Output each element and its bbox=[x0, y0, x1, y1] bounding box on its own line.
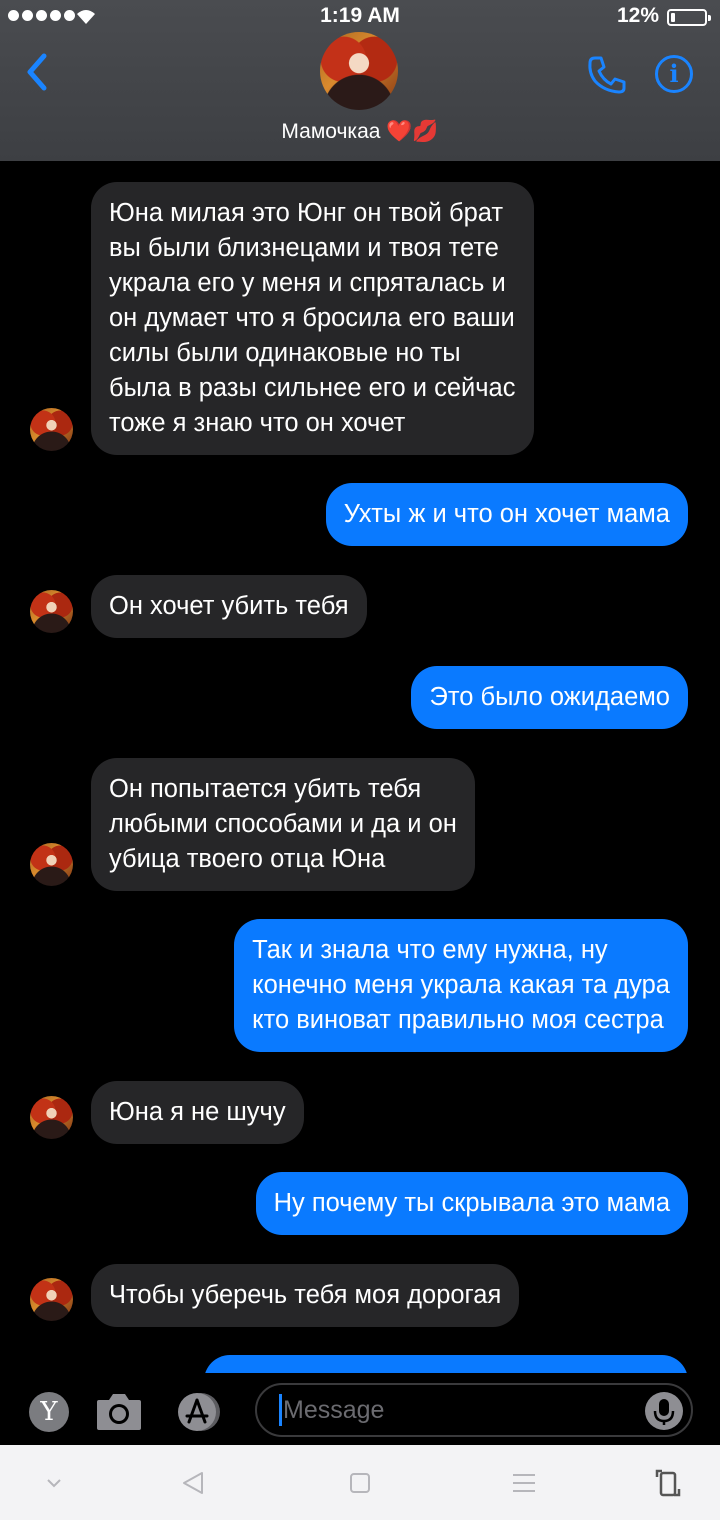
message-bubble-incoming[interactable]: Чтобы уберечь тебя моя дорогая bbox=[91, 1264, 520, 1327]
call-button[interactable] bbox=[586, 54, 628, 96]
home-square-icon bbox=[350, 1473, 370, 1493]
message-input[interactable] bbox=[255, 1383, 693, 1437]
sender-avatar bbox=[30, 1278, 73, 1321]
nav-rotate-button[interactable] bbox=[650, 1467, 686, 1499]
conversation-header: 1:19 AM 12% Мамочкаа ❤️💋 i bbox=[0, 0, 720, 161]
message-bubble-incoming[interactable]: Он хочет убить тебя bbox=[91, 575, 367, 638]
message-bubble-outgoing[interactable]: Это было ожидаемо bbox=[411, 666, 688, 729]
chevron-left-icon bbox=[27, 53, 47, 91]
appstore-icon bbox=[178, 1393, 220, 1431]
composer-bar: Y bbox=[0, 1373, 720, 1445]
battery-percent: 12% bbox=[616, 4, 659, 27]
sender-avatar bbox=[30, 590, 73, 633]
y-app-button[interactable]: Y bbox=[29, 1392, 69, 1432]
contact-avatar[interactable] bbox=[320, 32, 398, 110]
chevron-down-icon bbox=[47, 1479, 61, 1488]
apps-button[interactable] bbox=[175, 1392, 227, 1432]
back-button[interactable] bbox=[20, 50, 56, 94]
sender-avatar bbox=[30, 408, 73, 451]
status-time: 1:19 AM bbox=[320, 4, 400, 27]
nav-menu-button[interactable] bbox=[506, 1467, 542, 1499]
battery-icon bbox=[667, 9, 711, 26]
microphone-icon bbox=[653, 1399, 675, 1425]
message-thread[interactable]: Юна милая это Юнг он твой брат вы были б… bbox=[0, 161, 720, 1373]
phone-icon bbox=[588, 56, 626, 94]
message-bubble-incoming[interactable]: Он попытается убить тебя любыми способам… bbox=[91, 758, 475, 891]
info-button[interactable]: i bbox=[655, 55, 693, 93]
back-triangle-icon bbox=[183, 1472, 203, 1494]
message-bubble-outgoing[interactable] bbox=[204, 1355, 688, 1373]
nav-home-button[interactable] bbox=[342, 1467, 378, 1499]
camera-icon bbox=[97, 1394, 141, 1430]
message-bubble-outgoing[interactable]: Ухты ж и что он хочет мама bbox=[325, 483, 688, 546]
camera-button[interactable] bbox=[95, 1390, 143, 1432]
message-bubble-incoming[interactable]: Юна милая это Юнг он твой брат вы были б… bbox=[91, 182, 534, 455]
message-bubble-outgoing[interactable]: Так и знала что ему нужна, ну конечно ме… bbox=[234, 919, 688, 1052]
message-bubble-incoming[interactable]: Юна я не шучу bbox=[91, 1081, 304, 1144]
info-icon: i bbox=[669, 59, 679, 88]
text-caret bbox=[279, 1394, 282, 1426]
contact-name[interactable]: Мамочкаа ❤️💋 bbox=[0, 120, 720, 144]
sender-avatar bbox=[30, 843, 73, 886]
rotate-icon bbox=[655, 1469, 681, 1497]
sender-avatar bbox=[30, 1096, 73, 1139]
menu-lines-icon bbox=[513, 1474, 535, 1492]
message-bubble-outgoing[interactable]: Ну почему ты скрывала это мама bbox=[255, 1172, 688, 1235]
nav-collapse-button[interactable] bbox=[36, 1467, 72, 1499]
system-nav-bar bbox=[0, 1445, 720, 1520]
nav-back-button[interactable] bbox=[176, 1467, 212, 1499]
status-bar: 1:19 AM 12% bbox=[0, 0, 720, 36]
mic-button[interactable] bbox=[645, 1392, 683, 1430]
